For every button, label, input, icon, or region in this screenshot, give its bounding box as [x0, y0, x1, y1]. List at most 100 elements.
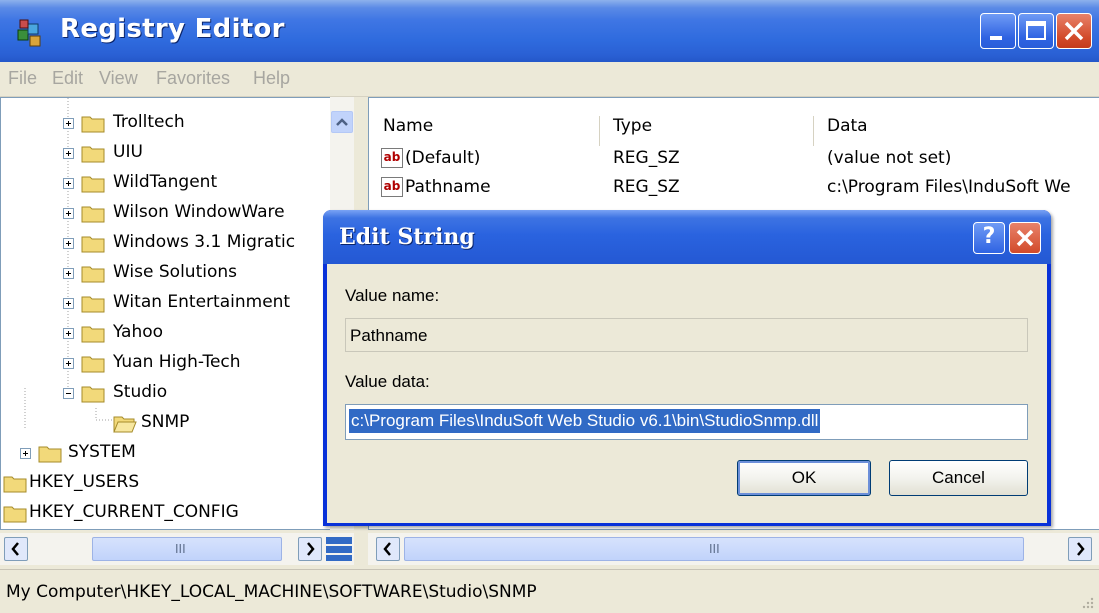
column-header-data[interactable]: Data: [827, 116, 1099, 146]
tree-item-label: Wise Solutions: [113, 262, 237, 282]
maximize-icon: [1026, 21, 1046, 40]
collapse-icon[interactable]: [63, 388, 74, 399]
status-bar: My Computer\HKEY_LOCAL_MACHINE\SOFTWARE\…: [0, 569, 1099, 613]
dialog-body: Value name: Pathname Value data: c:\Prog…: [327, 264, 1047, 523]
string-value-icon: ab: [381, 177, 403, 197]
tree-item-label: WildTangent: [113, 172, 218, 192]
tree-item-label: Studio: [113, 382, 168, 402]
tree-item-label: UIU: [113, 142, 143, 162]
tree-item-label: Yahoo: [113, 322, 164, 342]
title-bar[interactable]: Registry Editor: [0, 0, 1099, 62]
menu-file[interactable]: File: [8, 68, 37, 89]
expand-icon[interactable]: [63, 148, 74, 159]
window-title: Registry Editor: [60, 14, 285, 44]
expand-icon[interactable]: [63, 298, 74, 309]
tree-item-label: Witan Entertainment: [113, 292, 291, 312]
folder-icon: [81, 356, 105, 373]
folder-icon: [81, 116, 105, 133]
expand-icon[interactable]: [63, 238, 74, 249]
minimize-icon: [990, 36, 1002, 40]
value-data-label: Value data:: [345, 372, 430, 391]
dialog-title-bar[interactable]: Edit String ?: [323, 210, 1051, 264]
minimize-button[interactable]: [980, 13, 1016, 49]
chevron-right-icon: [307, 542, 315, 556]
registry-editor-icon: [17, 19, 41, 47]
value-data: c:\Program Files\InduSoft We: [827, 177, 1071, 197]
menu-view[interactable]: View: [99, 68, 138, 89]
chevron-right-icon: [1077, 542, 1085, 556]
folder-icon: [81, 386, 105, 403]
folder-icon: [38, 446, 62, 463]
folder-icon: [81, 206, 105, 223]
list-item[interactable]: ab Pathname REG_SZ c:\Program Files\Indu…: [381, 177, 1091, 205]
folder-icon: [81, 236, 105, 253]
value-type: REG_SZ: [613, 148, 680, 168]
chevron-left-icon: [383, 542, 391, 556]
value-name-field: Pathname: [345, 318, 1028, 352]
scroll-up-button[interactable]: [331, 111, 353, 133]
scroll-right-button[interactable]: [298, 537, 322, 561]
folder-icon: [3, 506, 27, 523]
dialog-title: Edit String: [339, 224, 475, 250]
expand-icon[interactable]: [63, 268, 74, 279]
column-header-name[interactable]: Name: [383, 116, 600, 146]
help-button[interactable]: ?: [973, 222, 1005, 254]
tree-item-label: Trolltech: [113, 112, 185, 132]
value-data-input[interactable]: c:\Program Files\InduSoft Web Studio v6.…: [345, 404, 1028, 440]
list-item[interactable]: ab (Default) REG_SZ (value not set): [381, 148, 1091, 176]
scroll-thumb[interactable]: III: [404, 537, 1024, 561]
close-button[interactable]: [1056, 13, 1092, 49]
folder-icon: [81, 266, 105, 283]
resize-grip-icon[interactable]: [1077, 592, 1095, 610]
value-data: (value not set): [827, 148, 952, 168]
scroll-left-button[interactable]: [4, 537, 28, 561]
tree-item-label: Wilson WindowWare: [113, 202, 285, 222]
tree-item-label: HKEY_USERS: [29, 472, 140, 492]
folder-icon: [81, 326, 105, 343]
registry-tree[interactable]: Trolltech UIU WildTangent Wilson WindowW…: [0, 97, 354, 530]
scroll-grip: III: [175, 542, 186, 556]
splitter-grip-icon: [326, 537, 352, 561]
expand-icon[interactable]: [63, 208, 74, 219]
open-folder-icon: [113, 416, 137, 433]
scroll-grip: III: [709, 542, 720, 556]
menu-bar: File Edit View Favorites Help: [0, 62, 1099, 97]
tree-item-label: HKEY_CURRENT_CONFIG: [29, 502, 239, 522]
value-name-label: Value name:: [345, 286, 440, 305]
expand-icon[interactable]: [63, 328, 74, 339]
menu-favorites[interactable]: Favorites: [156, 68, 230, 89]
cancel-button[interactable]: Cancel: [889, 460, 1028, 496]
scroll-left-button[interactable]: [376, 537, 400, 561]
dialog-close-button[interactable]: [1009, 222, 1041, 254]
scroll-right-button[interactable]: [1068, 537, 1092, 561]
expand-icon[interactable]: [63, 178, 74, 189]
folder-icon: [81, 176, 105, 193]
tree-horizontal-scrollbar[interactable]: III: [0, 533, 354, 565]
expand-icon[interactable]: [63, 358, 74, 369]
value-name: Pathname: [405, 177, 491, 197]
menu-edit[interactable]: Edit: [52, 68, 83, 89]
folder-icon: [81, 296, 105, 313]
list-horizontal-scrollbar[interactable]: III: [368, 533, 1099, 565]
column-header-type[interactable]: Type: [613, 116, 814, 146]
chevron-left-icon: [11, 542, 19, 556]
string-value-icon: ab: [381, 148, 403, 168]
expand-icon[interactable]: [63, 118, 74, 129]
registry-editor-window: Registry Editor File Edit View Favorites…: [0, 0, 1099, 613]
scroll-thumb[interactable]: III: [92, 537, 282, 561]
ok-button[interactable]: OK: [737, 460, 871, 496]
status-path: My Computer\HKEY_LOCAL_MACHINE\SOFTWARE\…: [6, 582, 537, 602]
expand-icon[interactable]: [20, 448, 31, 459]
value-name: (Default): [405, 148, 481, 168]
menu-help[interactable]: Help: [253, 68, 290, 89]
maximize-button[interactable]: [1018, 13, 1054, 49]
question-mark-icon: ?: [982, 224, 996, 249]
folder-icon: [3, 476, 27, 493]
close-icon: [1016, 229, 1034, 247]
folder-icon: [81, 146, 105, 163]
tree-item-label: SYSTEM: [68, 442, 136, 462]
tree-item-label: Windows 3.1 Migratic: [113, 232, 296, 252]
edit-string-dialog: Edit String ? Value name: Pathname Value…: [323, 210, 1051, 526]
tree-item-label: SNMP: [141, 412, 190, 432]
tree-connector-lines: [24, 98, 113, 428]
